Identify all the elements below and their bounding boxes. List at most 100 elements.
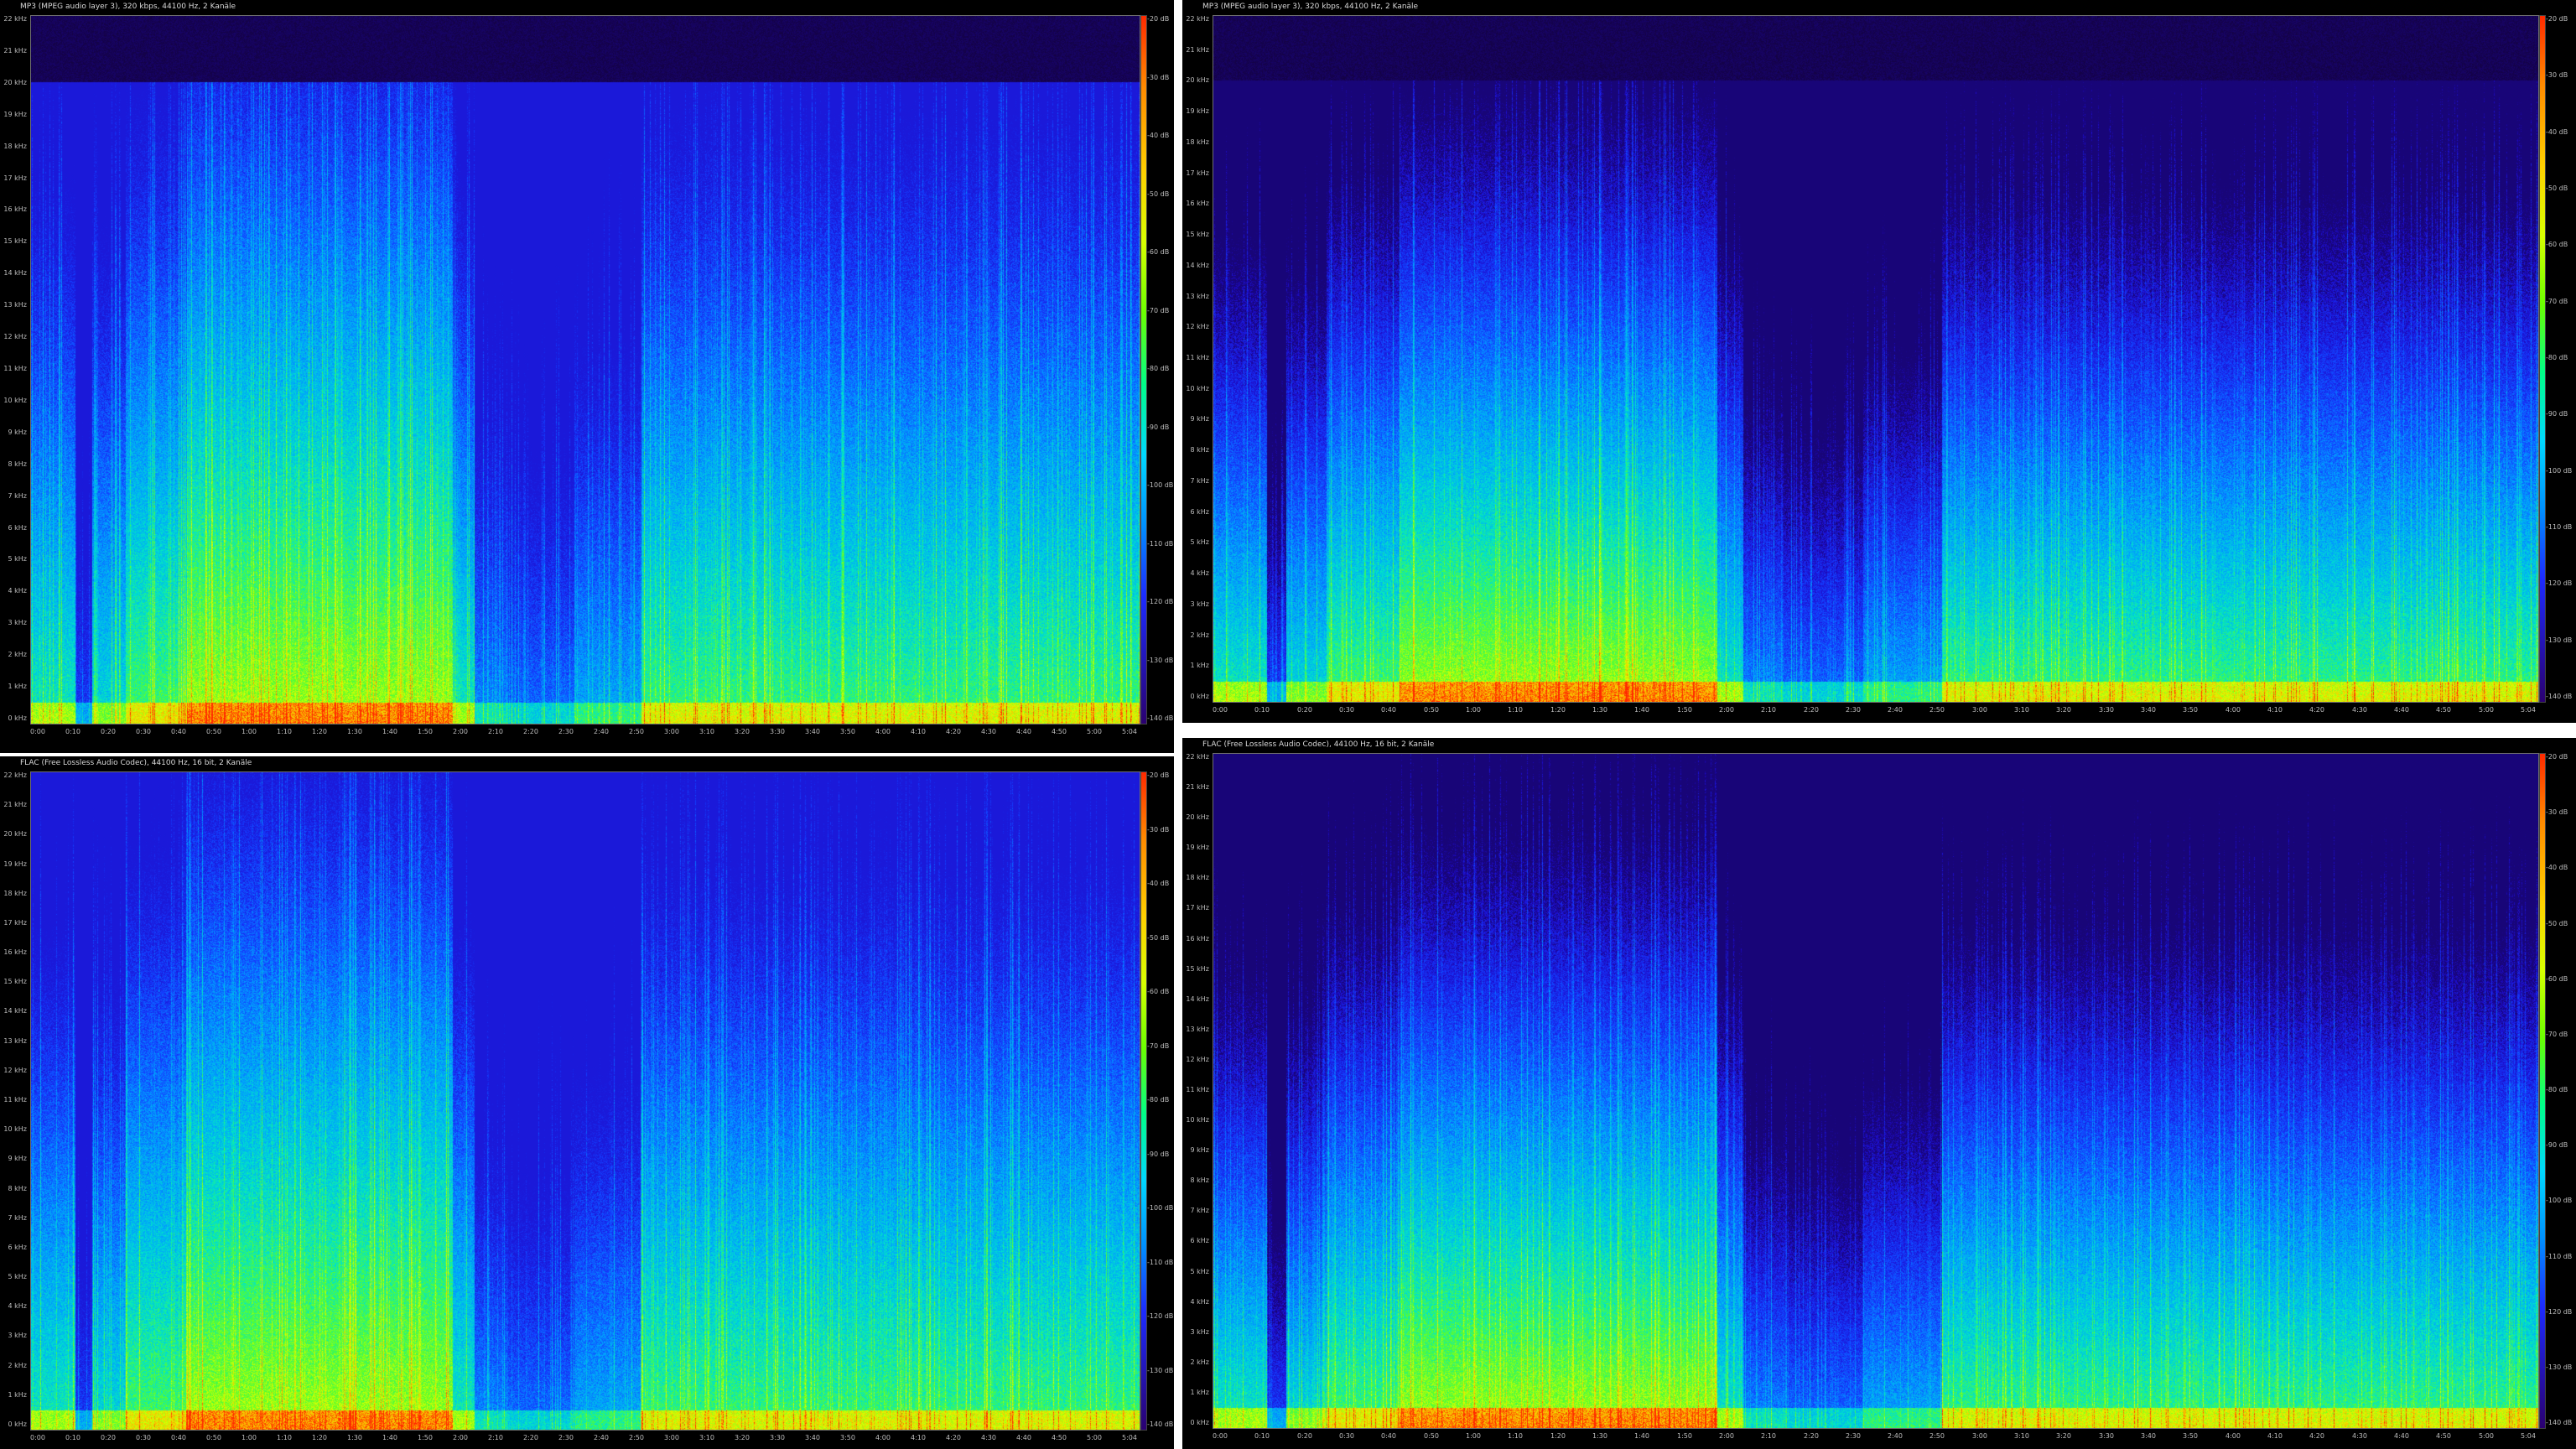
time-tick-label: 0:50 <box>1424 706 1439 714</box>
time-tick-label: 0:30 <box>136 1434 151 1441</box>
panel-title: FLAC (Free Lossless Audio Codec), 44100 … <box>1202 740 1435 749</box>
db-tick-label: -140 dB <box>1147 1420 1174 1428</box>
frequency-tick-label: 17 kHz <box>1186 904 1209 911</box>
time-tick-label: 4:40 <box>1016 728 1031 735</box>
time-tick-label: 3:00 <box>664 1434 679 1441</box>
db-scale: -20 dB -30 dB -40 dB -50 dB -60 dB -70 dB -80 … <box>2546 15 2574 701</box>
db-tick-label: -70 dB <box>2546 298 2568 305</box>
frequency-tick-label: 16 kHz <box>1186 200 1209 207</box>
time-tick-label: 3:20 <box>2056 706 2071 714</box>
time-axis: 0:00 0:10 0:20 0:30 0:40 0:50 1:00 1:10 1:20 1:30… <box>1213 704 2537 716</box>
db-tick-label: -100 dB <box>1147 481 1174 489</box>
db-tick-label: -110 dB <box>1147 540 1174 548</box>
frequency-tick-label: 22 kHz <box>1186 753 1209 761</box>
frequency-tick-label: 17 kHz <box>1186 169 1209 177</box>
time-tick-label: 5:00 <box>1087 728 1102 735</box>
frequency-tick-label: 16 kHz <box>3 205 27 213</box>
time-tick-label: 3:20 <box>735 1434 750 1441</box>
time-tick-label: 0:20 <box>101 728 116 735</box>
time-tick-label: 3:10 <box>2014 706 2029 714</box>
frequency-tick-label: 19 kHz <box>3 111 27 118</box>
time-tick-label: 5:04 <box>2521 1432 2536 1440</box>
frequency-tick-label: 12 kHz <box>1186 1056 1209 1063</box>
frequency-tick-label: 4 kHz <box>1190 1298 1209 1306</box>
db-tick-label: -130 dB <box>1147 1367 1174 1374</box>
spectrogram-plot[interactable] <box>30 771 1140 1431</box>
frequency-tick-label: 7 kHz <box>1190 1207 1209 1214</box>
spectrogram-canvas <box>1213 754 2538 1428</box>
db-tick-label: -20 dB <box>1147 15 1170 23</box>
time-tick-label: 4:00 <box>2225 1432 2241 1440</box>
db-tick-label: -110 dB <box>2546 1253 2573 1260</box>
spectrogram-panel-bottom-right: FLAC (Free Lossless Audio Codec), 44100 … <box>1182 738 2576 1449</box>
time-tick-label: 5:00 <box>2479 1432 2494 1440</box>
db-tick-label: -120 dB <box>2546 579 2573 587</box>
frequency-tick-label: 6 kHz <box>8 524 27 532</box>
db-tick-label: -50 dB <box>2546 184 2568 192</box>
time-tick-label: 2:00 <box>453 1434 468 1441</box>
time-tick-label: 4:50 <box>2436 1432 2451 1440</box>
time-tick-label: 4:00 <box>875 1434 891 1441</box>
frequency-tick-label: 19 kHz <box>1186 107 1209 115</box>
db-tick-label: -20 dB <box>2546 753 2568 761</box>
time-tick-label: 3:30 <box>770 728 785 735</box>
time-tick-label: 1:10 <box>1508 706 1523 714</box>
frequency-tick-label: 2 kHz <box>1190 631 1209 639</box>
time-tick-label: 2:30 <box>1846 706 1861 714</box>
spectrogram-plot[interactable] <box>1213 15 2539 703</box>
time-tick-label: 3:20 <box>2056 1432 2071 1440</box>
frequency-tick-label: 6 kHz <box>1190 1237 1209 1244</box>
frequency-tick-label: 21 kHz <box>1186 783 1209 791</box>
time-tick-label: 4:20 <box>946 1434 961 1441</box>
time-tick-label: 0:40 <box>1381 1432 1396 1440</box>
time-tick-label: 2:30 <box>1846 1432 1861 1440</box>
frequency-tick-label: 4 kHz <box>8 587 27 595</box>
frequency-tick-label: 22 kHz <box>1186 15 1209 23</box>
spectrogram-plot[interactable] <box>30 15 1140 724</box>
time-tick-label: 5:04 <box>1122 1434 1137 1441</box>
db-tick-label: -60 dB <box>1147 248 1170 256</box>
time-tick-label: 3:40 <box>805 1434 820 1441</box>
spectrogram-plot[interactable] <box>1213 753 2539 1429</box>
time-tick-label: 3:10 <box>699 1434 714 1441</box>
db-tick-label: -30 dB <box>1147 74 1170 81</box>
time-tick-label: 0:30 <box>136 728 151 735</box>
frequency-tick-label: 10 kHz <box>3 397 27 404</box>
frequency-tick-label: 0 kHz <box>1190 693 1209 700</box>
db-tick-label: -90 dB <box>1147 423 1170 431</box>
time-tick-label: 3:50 <box>840 728 855 735</box>
frequency-tick-label: 2 kHz <box>1190 1358 1209 1366</box>
time-tick-label: 4:30 <box>981 728 996 735</box>
frequency-tick-label: 7 kHz <box>8 1214 27 1222</box>
time-tick-label: 3:20 <box>735 728 750 735</box>
time-tick-label: 1:50 <box>418 728 433 735</box>
time-tick-label: 1:00 <box>242 728 257 735</box>
frequency-tick-label: 12 kHz <box>3 1067 27 1074</box>
frequency-tick-label: 10 kHz <box>1186 1116 1209 1124</box>
frequency-tick-label: 19 kHz <box>3 860 27 868</box>
time-tick-label: 5:04 <box>1122 728 1137 735</box>
db-tick-label: -100 dB <box>2546 467 2573 475</box>
frequency-tick-label: 12 kHz <box>3 333 27 340</box>
frequency-tick-label: 7 kHz <box>8 492 27 500</box>
frequency-tick-label: 4 kHz <box>8 1302 27 1310</box>
frequency-tick-label: 14 kHz <box>3 1007 27 1015</box>
time-tick-label: 1:30 <box>347 728 362 735</box>
db-tick-label: -20 dB <box>2546 15 2568 23</box>
time-tick-label: 1:10 <box>1508 1432 1523 1440</box>
time-tick-label: 2:50 <box>629 1434 644 1441</box>
time-tick-label: 4:50 <box>1052 728 1067 735</box>
time-tick-label: 1:20 <box>312 728 327 735</box>
time-tick-label: 0:00 <box>1213 1432 1228 1440</box>
frequency-tick-label: 14 kHz <box>1186 995 1209 1003</box>
db-colorbar <box>2539 753 2546 1429</box>
frequency-axis: 22 kHz 21 kHz 20 kHz 19 kHz 18 kHz 17 kHz 16 k… <box>2 15 29 723</box>
db-tick-label: -60 dB <box>2546 241 2568 248</box>
frequency-tick-label: 5 kHz <box>1190 1268 1209 1275</box>
time-tick-label: 2:50 <box>1929 1432 1945 1440</box>
frequency-tick-label: 18 kHz <box>3 143 27 150</box>
db-colorbar <box>1140 771 1147 1431</box>
frequency-tick-label: 21 kHz <box>3 47 27 55</box>
time-tick-label: 0:10 <box>65 1434 80 1441</box>
panel-title: FLAC (Free Lossless Audio Codec), 44100 … <box>20 759 252 767</box>
